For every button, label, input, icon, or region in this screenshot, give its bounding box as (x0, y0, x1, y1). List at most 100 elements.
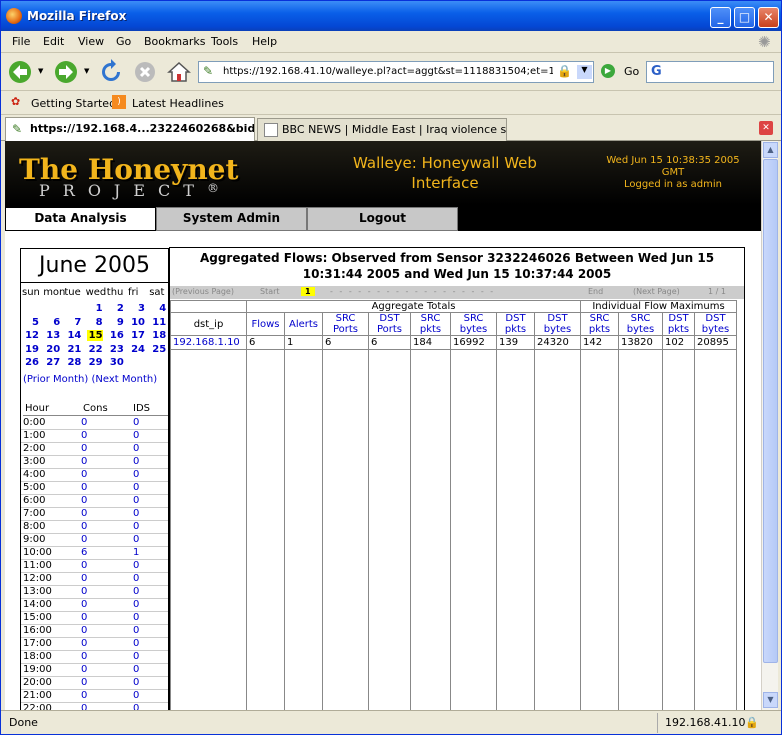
cons-count[interactable]: 0 (81, 482, 87, 493)
cons-count[interactable]: 0 (81, 677, 87, 688)
close-button[interactable]: ✕ (758, 7, 779, 28)
col-dst-ports[interactable]: DST Ports (368, 312, 411, 336)
cons-count[interactable]: 0 (81, 625, 87, 636)
cons-count[interactable]: 0 (81, 521, 87, 532)
ids-count[interactable]: 0 (133, 703, 139, 710)
col-dst-bytes[interactable]: DST bytes (694, 312, 737, 336)
calendar-day-4[interactable]: 4 (150, 303, 166, 314)
forward-arrow-icon[interactable] (53, 59, 79, 85)
cons-count[interactable]: 0 (81, 586, 87, 597)
calendar-day-6[interactable]: 6 (44, 317, 60, 328)
ids-count[interactable]: 0 (133, 456, 139, 467)
ids-count[interactable]: 0 (133, 690, 139, 701)
ids-count[interactable]: 0 (133, 586, 139, 597)
calendar-day-15[interactable]: 15 (86, 330, 103, 341)
ids-count[interactable]: 0 (133, 508, 139, 519)
calendar-day-22[interactable]: 22 (87, 344, 103, 355)
menu-go[interactable]: Go (116, 35, 131, 48)
go-icon[interactable]: ▶ (601, 64, 615, 78)
ids-count[interactable]: 0 (133, 482, 139, 493)
ids-count[interactable]: 0 (133, 677, 139, 688)
ids-count[interactable]: 1 (133, 547, 139, 558)
cons-count[interactable]: 0 (81, 495, 87, 506)
col-dst-pkts[interactable]: DST pkts (496, 312, 535, 336)
tab-walleye[interactable]: ✎ https://192.168.4...2322460268&bidi=1 (5, 117, 255, 141)
tab-bbc[interactable]: BBC NEWS | Middle East | Iraq violence s… (257, 118, 507, 141)
ids-count[interactable]: 0 (133, 417, 139, 428)
next-month-link[interactable]: (Next Month) (92, 374, 158, 385)
ids-count[interactable]: 0 (133, 534, 139, 545)
tab-system-admin[interactable]: System Admin (156, 207, 307, 231)
ids-count[interactable]: 0 (133, 469, 139, 480)
menu-help[interactable]: Help (252, 35, 277, 48)
bookmark-latest-headlines[interactable]: Latest Headlines (132, 97, 224, 110)
minimize-button[interactable]: _ (710, 7, 731, 28)
calendar-day-12[interactable]: 12 (23, 330, 39, 341)
ids-count[interactable]: 0 (133, 521, 139, 532)
col-src-ports[interactable]: SRC Ports (322, 312, 369, 336)
cons-count[interactable]: 0 (81, 456, 87, 467)
calendar-day-25[interactable]: 25 (150, 344, 166, 355)
ids-count[interactable]: 0 (133, 560, 139, 571)
calendar-day-30[interactable]: 30 (108, 357, 124, 368)
calendar-day-7[interactable]: 7 (65, 317, 81, 328)
cons-count[interactable]: 6 (81, 547, 87, 558)
start-link[interactable]: Start (260, 287, 280, 296)
scroll-thumb[interactable] (763, 159, 778, 663)
calendar-day-13[interactable]: 13 (44, 330, 60, 341)
ids-count[interactable]: 0 (133, 599, 139, 610)
end-link[interactable]: End (588, 287, 603, 296)
forward-dropdown-icon[interactable]: ▼ (84, 67, 89, 75)
tab-data-analysis[interactable]: Data Analysis (5, 207, 156, 231)
cons-count[interactable]: 0 (81, 651, 87, 662)
menu-file[interactable]: File (12, 35, 30, 48)
cons-count[interactable]: 0 (81, 417, 87, 428)
cons-count[interactable]: 0 (81, 560, 87, 571)
cons-count[interactable]: 0 (81, 573, 87, 584)
back-arrow-icon[interactable] (7, 59, 33, 85)
calendar-day-3[interactable]: 3 (129, 303, 145, 314)
tab-logout[interactable]: Logout (307, 207, 458, 231)
ids-count[interactable]: 0 (133, 573, 139, 584)
calendar-day-19[interactable]: 19 (23, 344, 39, 355)
calendar-day-17[interactable]: 17 (129, 330, 145, 341)
calendar-day-21[interactable]: 21 (65, 344, 81, 355)
ids-count[interactable]: 0 (133, 651, 139, 662)
cons-count[interactable]: 0 (81, 703, 87, 710)
calendar-day-18[interactable]: 18 (150, 330, 166, 341)
menu-bookmarks[interactable]: Bookmarks (144, 35, 205, 48)
back-dropdown-icon[interactable]: ▼ (38, 67, 43, 75)
calendar-day-9[interactable]: 9 (108, 317, 124, 328)
address-bar[interactable]: ✎ https://192.168.41.10/walleye.pl?act=a… (198, 61, 594, 83)
cons-count[interactable]: 0 (81, 664, 87, 675)
cons-count[interactable]: 0 (81, 469, 87, 480)
ids-count[interactable]: 0 (133, 430, 139, 441)
calendar-day-20[interactable]: 20 (44, 344, 60, 355)
calendar-day-27[interactable]: 27 (44, 357, 60, 368)
go-button[interactable]: Go (624, 65, 639, 78)
calendar-day-16[interactable]: 16 (108, 330, 124, 341)
cons-count[interactable]: 0 (81, 534, 87, 545)
cons-count[interactable]: 0 (81, 690, 87, 701)
col-src-bytes[interactable]: SRC bytes (450, 312, 497, 336)
col-dst-bytes[interactable]: DST bytes (534, 312, 581, 336)
col-src-pkts[interactable]: SRC pkts (580, 312, 619, 336)
col-alerts[interactable]: Alerts (284, 312, 323, 336)
ids-count[interactable]: 0 (133, 495, 139, 506)
calendar-day-11[interactable]: 11 (150, 317, 166, 328)
calendar-day-10[interactable]: 10 (129, 317, 145, 328)
reload-icon[interactable] (98, 59, 124, 85)
ids-count[interactable]: 0 (133, 638, 139, 649)
vertical-scrollbar[interactable]: ▲ ▼ (761, 141, 778, 710)
cons-count[interactable]: 0 (81, 430, 87, 441)
calendar-day-26[interactable]: 26 (23, 357, 39, 368)
prev-page-link[interactable]: (Previous Page) (172, 287, 234, 296)
calendar-day-1[interactable]: 1 (87, 303, 103, 314)
bookmark-getting-started[interactable]: Getting Started (31, 97, 116, 110)
maximize-button[interactable]: □ (734, 7, 755, 28)
search-input[interactable]: G (646, 61, 774, 83)
calendar-day-14[interactable]: 14 (65, 330, 81, 341)
url-text[interactable]: https://192.168.41.10/walleye.pl?act=agg… (223, 66, 553, 77)
next-page-link[interactable]: (Next Page) (633, 287, 680, 296)
cons-count[interactable]: 0 (81, 612, 87, 623)
